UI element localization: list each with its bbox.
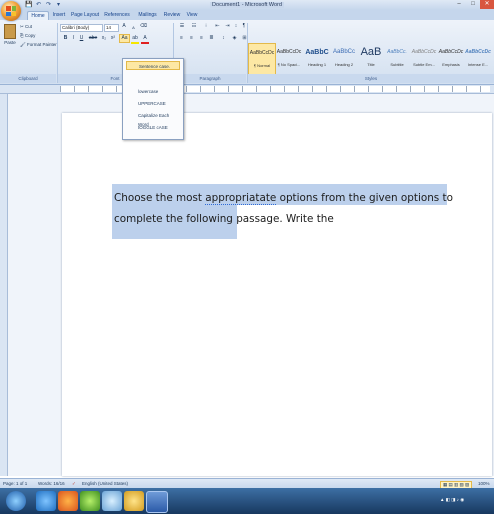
word-icon[interactable] <box>146 491 168 513</box>
paragraph-group-label: Paragraph <box>174 74 246 83</box>
font-name-select[interactable]: Calibri (Body) <box>60 24 103 32</box>
page-count[interactable]: Page: 1 of 1 <box>3 481 27 486</box>
shading-icon[interactable]: ◈ <box>230 35 239 42</box>
style-emphasis[interactable]: AaBbCcDc Emphasis <box>438 43 464 73</box>
shrink-font-button[interactable]: A <box>130 24 137 31</box>
numbering-icon[interactable]: ☷ <box>189 23 199 30</box>
sort-icon[interactable]: ↕ <box>233 23 239 30</box>
system-tray[interactable]: ▲ ◧ ◨ ♪ ◉ <box>440 497 464 503</box>
grow-font-button[interactable]: A <box>120 23 128 30</box>
folder-icon[interactable] <box>124 491 144 511</box>
scissors-icon: ✂ <box>20 24 24 29</box>
tab-view[interactable]: View <box>184 11 200 20</box>
tab-mailings[interactable]: Mailings <box>135 11 160 20</box>
clipboard-icon <box>4 24 16 39</box>
document-paragraph[interactable]: Choose the most appropriatate options fr… <box>114 188 454 230</box>
minimize-button[interactable]: – <box>452 0 466 9</box>
superscript-button[interactable]: x² <box>109 35 117 42</box>
windows-taskbar: ▲ ◧ ◨ ♪ ◉ <box>0 488 494 514</box>
clear-format-icon[interactable]: ⌫ <box>140 23 147 30</box>
line-spacing-icon[interactable]: ↕ <box>219 35 228 42</box>
tab-page-layout[interactable]: Page Layout <box>70 11 100 20</box>
window-controls: – □ ✕ <box>452 0 494 9</box>
paste-button[interactable]: Paste <box>2 24 18 52</box>
style-title[interactable]: AaB Title <box>358 43 384 73</box>
paint-icon[interactable] <box>102 491 122 511</box>
multilevel-list-icon[interactable]: ⁝ <box>201 23 211 30</box>
office-logo-icon <box>6 6 16 16</box>
brush-icon: 🖌 <box>20 42 26 47</box>
style-no-spacing[interactable]: AaBbCcDc ¶ No Spaci... <box>276 43 302 73</box>
clipboard-group-label: Clipboard <box>0 74 56 83</box>
align-right-icon[interactable]: ≡ <box>197 35 206 42</box>
style-intense-emphasis[interactable]: AaBbCcDc Intense E... <box>465 43 491 73</box>
proofing-icon[interactable]: ✓ <box>72 481 76 487</box>
language-indicator[interactable]: English (United States) <box>82 481 128 486</box>
office-button[interactable] <box>1 1 21 21</box>
style-subtle-emphasis[interactable]: AaBbCcDc Subtle Em... <box>411 43 437 73</box>
subscript-button[interactable]: x₂ <box>100 35 108 42</box>
firefox-icon[interactable] <box>58 491 78 511</box>
styles-group-label: Styles <box>248 74 494 83</box>
menu-item-lowercase[interactable]: lowercase <box>126 87 180 96</box>
media-icon[interactable] <box>80 491 100 511</box>
tab-insert[interactable]: Insert <box>50 11 68 20</box>
justify-icon[interactable]: ≣ <box>207 35 216 42</box>
menu-item-capitalize-each-word[interactable]: Capitalize Each Word <box>126 111 180 127</box>
change-case-menu: Sentence case. lowercase UPPERCASE Capit… <box>122 58 184 140</box>
style-heading-1[interactable]: AaBbC Heading 1 <box>304 43 330 73</box>
style-heading-2[interactable]: AaBbCc Heading 2 <box>331 43 357 73</box>
style-subtitle[interactable]: AaBbCc. Subtitle <box>384 43 410 73</box>
font-size-select[interactable]: 14 <box>104 24 119 32</box>
strikethrough-button[interactable]: abe <box>88 35 98 42</box>
bold-button[interactable]: B <box>62 35 69 42</box>
style-normal[interactable]: AaBbCcDc ¶ Normal <box>248 43 276 75</box>
document-page[interactable] <box>62 113 492 476</box>
horizontal-ruler[interactable] <box>0 85 494 94</box>
align-left-icon[interactable]: ≡ <box>177 35 186 42</box>
highlight-icon[interactable]: ab <box>131 35 139 44</box>
underline-button[interactable]: U <box>78 35 85 42</box>
align-center-icon[interactable]: ≡ <box>187 35 196 42</box>
ribbon: Paste ✂ Cut ⎘ Copy 🖌 Format Painter Clip… <box>0 20 494 85</box>
close-button[interactable]: ✕ <box>480 0 494 9</box>
increase-indent-icon[interactable]: ⇥ <box>223 23 232 30</box>
copy-button[interactable]: ⎘ Copy <box>20 33 35 38</box>
cut-button[interactable]: ✂ Cut <box>20 24 32 30</box>
misspelled-word[interactable]: appropriatate <box>205 192 277 205</box>
ribbon-tabs: Home Insert Page Layout References Maili… <box>0 10 494 21</box>
window-title: Document1 - Microsoft Word <box>210 2 284 8</box>
tab-review[interactable]: Review <box>162 11 182 20</box>
menu-item-toggle-case[interactable]: tOGGLE cASE <box>126 123 180 132</box>
copy-icon: ⎘ <box>20 33 24 38</box>
menu-item-uppercase[interactable]: UPPERCASE <box>126 99 180 108</box>
font-color-icon[interactable]: A <box>141 35 149 44</box>
windows-start-icon[interactable] <box>6 491 26 511</box>
vertical-ruler[interactable] <box>0 94 8 476</box>
zoom-level[interactable]: 100% <box>478 481 490 486</box>
italic-button[interactable]: I <box>70 35 77 42</box>
change-case-button[interactable]: Aa <box>119 34 130 43</box>
tab-references[interactable]: References <box>102 11 132 20</box>
format-painter-button[interactable]: 🖌 Format Painter <box>20 42 57 48</box>
internet-explorer-icon[interactable] <box>36 491 56 511</box>
menu-item-sentence-case[interactable]: Sentence case. <box>126 61 180 70</box>
decrease-indent-icon[interactable]: ⇤ <box>213 23 222 30</box>
word-count[interactable]: Words: 16/16 <box>38 481 65 486</box>
maximize-button[interactable]: □ <box>466 0 480 9</box>
bullets-icon[interactable]: ☰ <box>177 23 187 30</box>
